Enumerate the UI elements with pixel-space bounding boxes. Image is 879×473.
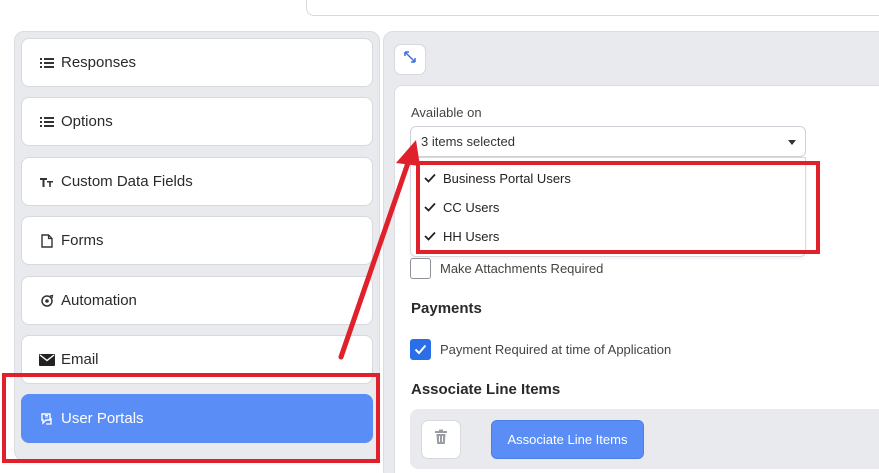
expand-icon bbox=[402, 49, 418, 70]
list-icon bbox=[39, 55, 55, 71]
automation-icon bbox=[39, 293, 55, 309]
sidebar-item-label: Options bbox=[61, 113, 113, 130]
sidebar-item-label: Automation bbox=[61, 292, 137, 309]
line-items-container bbox=[410, 409, 879, 469]
attachments-required-label: Make Attachments Required bbox=[440, 261, 604, 276]
option-cc-users[interactable]: CC Users bbox=[424, 196, 499, 218]
payment-required-row: Payment Required at time of Application bbox=[410, 339, 671, 360]
checkmark-icon bbox=[424, 202, 436, 212]
sidebar-item-label: Responses bbox=[61, 54, 137, 71]
sidebar-item-forms[interactable]: Forms bbox=[21, 216, 373, 265]
option-label: HH Users bbox=[443, 228, 500, 244]
portal-icon bbox=[39, 411, 55, 427]
sidebar-item-label: Custom Data Fields bbox=[61, 173, 193, 190]
sidebar-item-responses[interactable]: Responses bbox=[21, 38, 373, 87]
envelope-icon bbox=[39, 352, 55, 368]
payment-required-checkbox[interactable] bbox=[410, 339, 431, 360]
expand-button[interactable] bbox=[394, 44, 426, 75]
sidebar-item-custom-data-fields[interactable]: Custom Data Fields bbox=[21, 157, 373, 206]
associate-line-items-button[interactable]: Associate Line Items bbox=[491, 420, 644, 459]
sidebar: Responses Options Custom Data Fields For… bbox=[14, 31, 380, 461]
option-business-portal-users[interactable]: Business Portal Users bbox=[424, 167, 571, 189]
sidebar-item-label: Email bbox=[61, 351, 99, 368]
sidebar-item-automation[interactable]: Automation bbox=[21, 276, 373, 325]
caret-down-icon bbox=[788, 140, 796, 145]
payment-required-label: Payment Required at time of Application bbox=[440, 342, 672, 357]
attachments-required-row: Make Attachments Required bbox=[410, 258, 603, 279]
option-label: CC Users bbox=[443, 199, 500, 215]
screen: Responses Options Custom Data Fields For… bbox=[0, 0, 879, 473]
list-icon bbox=[39, 114, 55, 130]
checkmark-icon bbox=[424, 173, 436, 183]
sidebar-item-user-portals[interactable]: User Portals bbox=[21, 394, 373, 443]
sidebar-item-email[interactable]: Email bbox=[21, 335, 373, 384]
top-input-strip[interactable] bbox=[306, 0, 879, 16]
sidebar-item-label: User Portals bbox=[61, 410, 144, 427]
sidebar-item-label: Forms bbox=[61, 232, 104, 249]
document-icon bbox=[39, 233, 55, 249]
available-on-select[interactable]: 3 items selected bbox=[410, 126, 806, 157]
payments-heading: Payments bbox=[411, 300, 482, 317]
select-value: 3 items selected bbox=[421, 134, 515, 149]
trash-icon bbox=[434, 429, 448, 450]
delete-button[interactable] bbox=[421, 420, 461, 459]
associate-line-items-heading: Associate Line Items bbox=[411, 381, 561, 398]
text-format-icon bbox=[39, 174, 55, 190]
available-on-label: Available on bbox=[411, 105, 482, 120]
checkmark-icon bbox=[424, 231, 436, 241]
sidebar-item-options[interactable]: Options bbox=[21, 97, 373, 146]
option-label: Business Portal Users bbox=[443, 170, 571, 186]
option-hh-users[interactable]: HH Users bbox=[424, 225, 499, 247]
attachments-required-checkbox[interactable] bbox=[410, 258, 431, 279]
